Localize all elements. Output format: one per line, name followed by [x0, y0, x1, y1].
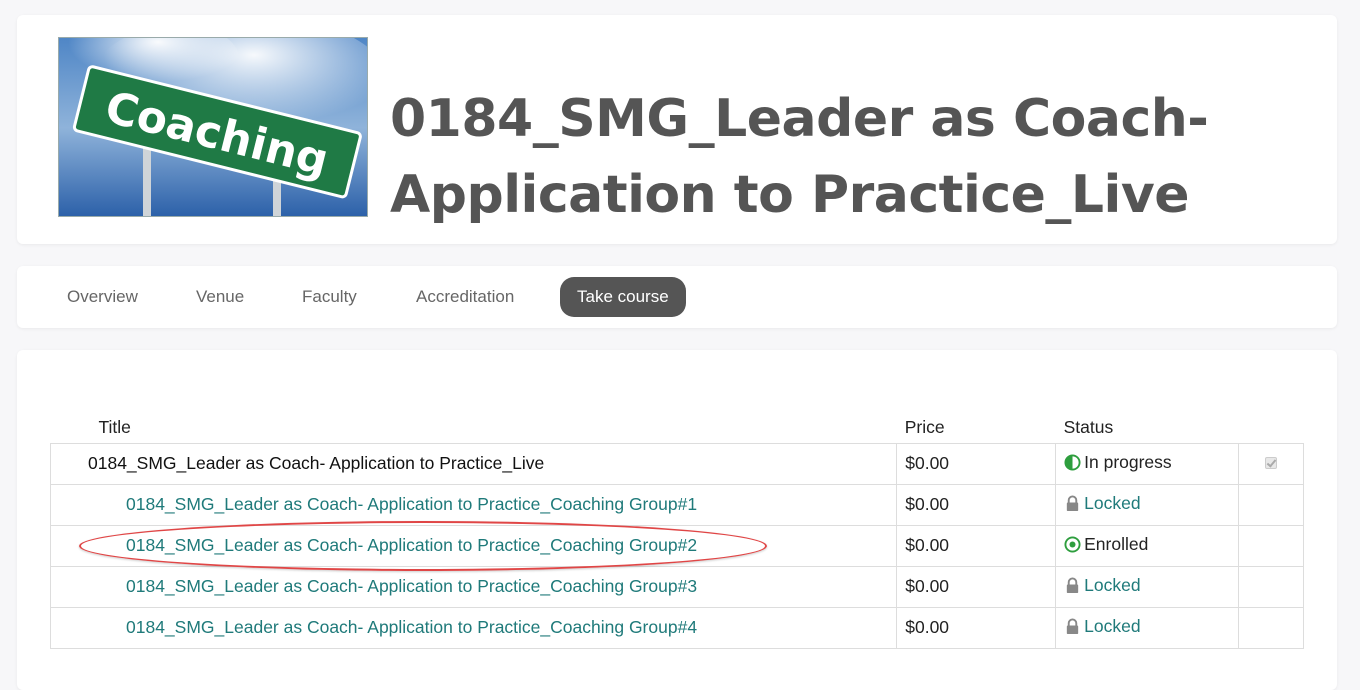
price-cell: $0.00 — [896, 565, 1057, 608]
course-content: Title Price Status 0184_SMG_Leader as Co… — [17, 350, 1337, 690]
price-cell: $0.00 — [896, 606, 1057, 649]
status-label: Locked — [1084, 492, 1141, 513]
table-row: 0184_SMG_Leader as Coach- Application to… — [49, 606, 1304, 649]
lock-icon — [1066, 617, 1079, 634]
target-circle-icon — [1064, 535, 1081, 553]
course-header: Coaching 0184_SMG_Leader as Coach- Appli… — [17, 15, 1337, 244]
completion-checkbox[interactable] — [1265, 457, 1277, 469]
table-row: 0184_SMG_Leader as Coach- Application to… — [49, 483, 1304, 526]
status-label: Locked — [1084, 615, 1141, 636]
status-badge: Locked — [1064, 615, 1141, 637]
tab-venue[interactable]: Venue — [179, 277, 261, 317]
course-title-link[interactable]: 0184_SMG_Leader as Coach- Application to… — [49, 483, 898, 526]
price-cell: $0.00 — [896, 483, 1057, 526]
tab-accreditation[interactable]: Accreditation — [399, 277, 531, 317]
course-title-link[interactable]: 0184_SMG_Leader as Coach- Application to… — [49, 524, 898, 567]
table-row: 0184_SMG_Leader as Coach- Application to… — [49, 524, 1304, 567]
course-title-link[interactable]: 0184_SMG_Leader as Coach- Application to… — [49, 565, 898, 608]
lock-icon — [1066, 576, 1079, 593]
lock-icon — [1066, 494, 1079, 511]
column-header-title: Title — [98, 416, 131, 437]
price-cell: $0.00 — [896, 524, 1057, 567]
column-header-price: Price — [904, 416, 945, 437]
table-row: 0184_SMG_Leader as Coach- Application to… — [49, 565, 1304, 608]
course-title-link[interactable]: 0184_SMG_Leader as Coach- Application to… — [49, 606, 898, 649]
status-label: Locked — [1084, 574, 1141, 595]
course-table: Title Price Status 0184_SMG_Leader as Co… — [49, 412, 1304, 649]
table-row: 0184_SMG_Leader as Coach- Application to… — [49, 442, 1304, 485]
status-label: In progress — [1084, 451, 1172, 472]
status-badge: Locked — [1064, 492, 1141, 514]
half-circle-icon — [1064, 453, 1081, 471]
column-header-status: Status — [1063, 416, 1114, 437]
page-title: 0184_SMG_Leader as Coach- Application to… — [390, 89, 1209, 225]
course-image: Coaching — [58, 37, 368, 217]
tab-take-course[interactable]: Take course — [560, 277, 686, 317]
price-cell: $0.00 — [896, 442, 1057, 485]
column-header-check — [1239, 412, 1304, 443]
status-label: Enrolled — [1084, 533, 1149, 554]
course-tabs: Overview Venue Faculty Accreditation Tak… — [17, 266, 1337, 328]
tab-overview[interactable]: Overview — [50, 277, 155, 317]
course-title-main: 0184_SMG_Leader as Coach- Application to… — [49, 442, 898, 485]
status-badge: Enrolled — [1064, 534, 1148, 555]
status-badge: In progress — [1064, 452, 1172, 473]
tab-faculty[interactable]: Faculty — [285, 277, 374, 317]
status-badge: Locked — [1064, 574, 1141, 596]
